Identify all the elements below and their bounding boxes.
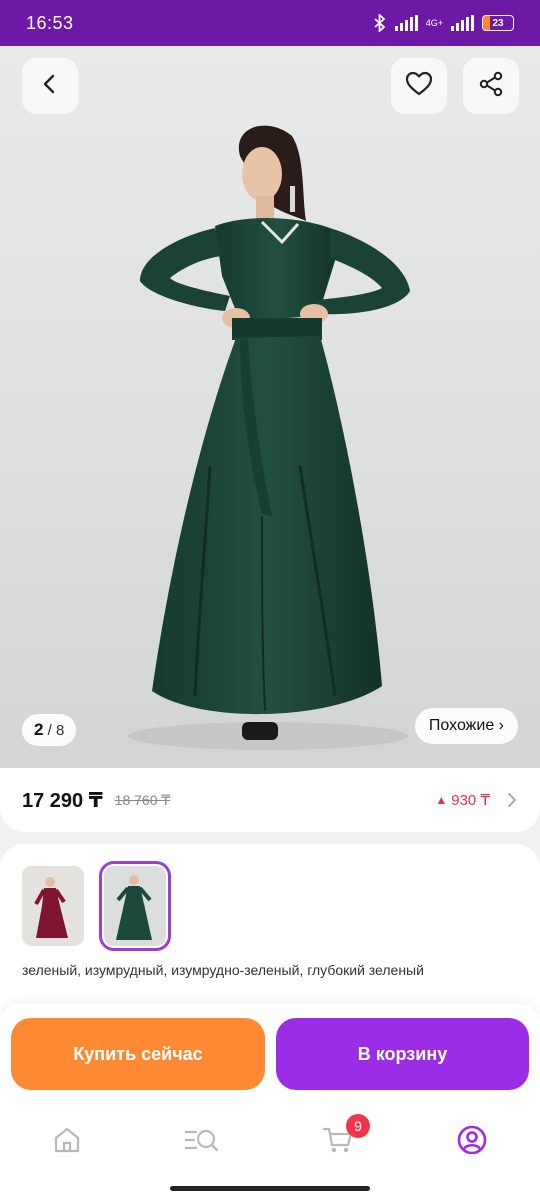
battery-icon: 23	[482, 15, 514, 31]
variant-thumbnail-emerald[interactable]	[99, 861, 171, 951]
battery-percent: 23	[492, 17, 504, 29]
image-counter: 2 / 8	[22, 714, 77, 746]
triangle-up-icon: ▲	[435, 793, 448, 807]
bottom-navigation: 9	[0, 1102, 540, 1200]
chevron-right-icon	[506, 791, 518, 809]
image-counter-current: 2	[34, 720, 44, 739]
variant-section: зеленый, изумрудный, изумрудно-зеленый, …	[0, 844, 540, 1024]
status-bar: 16:53 4G+ 23	[0, 0, 540, 46]
home-icon	[52, 1125, 82, 1160]
bluetooth-icon	[373, 14, 387, 32]
nav-cart[interactable]: 9	[318, 1114, 370, 1162]
product-image-gallery[interactable]: 2 / 8 Похожие ›	[0, 46, 540, 768]
buy-now-button[interactable]: Купить сейчас	[11, 1018, 265, 1090]
home-indicator	[170, 1186, 370, 1191]
nav-catalog[interactable]	[182, 1122, 222, 1162]
status-time: 16:53	[26, 12, 74, 33]
share-button[interactable]	[463, 58, 519, 114]
signal-icon	[394, 15, 418, 31]
cart-count-badge: 9	[346, 1114, 370, 1138]
current-price: 17 290 ₸	[22, 789, 103, 812]
similar-button[interactable]: Похожие ›	[414, 708, 518, 744]
variant-color-names: зеленый, изумрудный, изумрудно-зеленый, …	[22, 962, 424, 978]
signal-icon-2	[451, 15, 474, 31]
image-counter-separator: /	[43, 721, 56, 739]
price-difference-value: 930 ₸	[451, 792, 490, 809]
image-counter-total: 8	[55, 721, 65, 739]
network-label: 4G+	[425, 17, 443, 28]
chevron-left-icon	[38, 72, 62, 101]
action-bar: Купить сейчас В корзину	[0, 1004, 540, 1102]
nav-profile[interactable]	[452, 1122, 492, 1162]
favorite-button[interactable]	[391, 58, 447, 114]
old-price: 18 760 ₸	[114, 791, 171, 808]
status-icons: 4G+ 23	[373, 14, 514, 32]
variant-thumbnail-burgundy[interactable]	[22, 866, 84, 946]
variant-thumbnail-image	[22, 866, 84, 946]
price-difference[interactable]: ▲ 930 ₸	[435, 791, 518, 809]
heart-icon	[405, 71, 433, 102]
share-icon	[478, 71, 504, 102]
add-to-cart-button[interactable]: В корзину	[276, 1018, 529, 1090]
variant-thumbnail-image	[104, 866, 166, 946]
profile-icon	[456, 1124, 488, 1161]
nav-home[interactable]	[47, 1122, 87, 1162]
catalog-icon	[184, 1125, 220, 1160]
network-type: 4G+	[425, 17, 443, 28]
price-section: 17 290 ₸ 18 760 ₸ ▲ 930 ₸	[0, 768, 540, 832]
product-photo	[128, 125, 410, 750]
back-button[interactable]	[22, 58, 78, 114]
